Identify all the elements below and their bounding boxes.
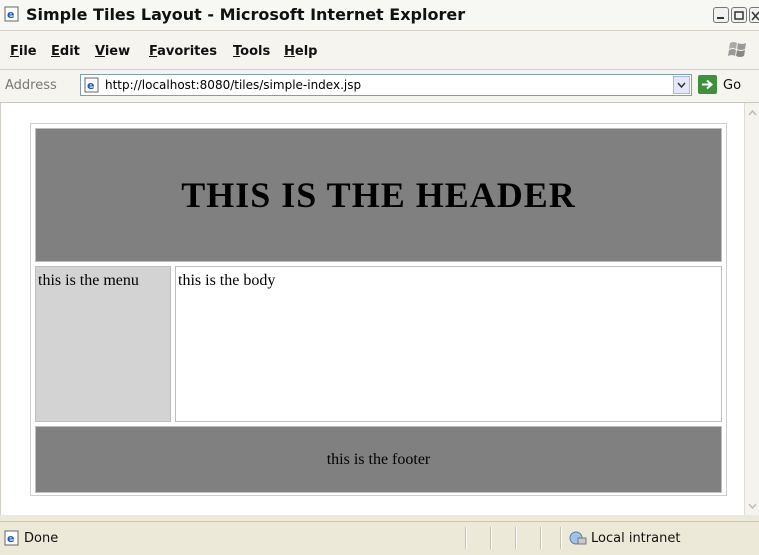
windows-logo-icon (728, 42, 746, 57)
menu-bar: File Edit View Favorites Tools Help (0, 31, 759, 70)
tiles-layout-table: THIS IS THE HEADER this is the menu this… (30, 123, 727, 496)
close-button[interactable] (749, 7, 759, 23)
chevron-down-icon (677, 82, 686, 88)
ie-page-icon: e (4, 530, 19, 546)
close-icon (751, 11, 759, 21)
ie-page-icon: e (4, 6, 19, 22)
status-divider (540, 527, 542, 549)
status-divider (465, 527, 467, 549)
scroll-down-button[interactable] (746, 498, 759, 513)
title-bar[interactable]: e Simple Tiles Layout - Microsoft Intern… (0, 0, 759, 31)
menu-help[interactable]: Help (284, 44, 317, 59)
svg-text:e: e (87, 79, 94, 92)
maximize-button[interactable] (731, 7, 747, 23)
status-bar: e Done Local intranet (0, 521, 759, 555)
maximize-icon (734, 11, 744, 20)
header-text: THIS IS THE HEADER (181, 175, 576, 215)
menu-text: this is the menu (38, 272, 139, 289)
scroll-up-button[interactable] (746, 105, 759, 120)
window-controls (713, 7, 759, 25)
menu-view[interactable]: View (95, 44, 130, 59)
menu-edit[interactable]: Edit (51, 44, 80, 59)
chevron-down-icon (748, 503, 757, 509)
chevron-up-icon (748, 109, 757, 115)
window-title: Simple Tiles Layout - Microsoft Internet… (26, 5, 466, 24)
page-footer: this is the footer (35, 426, 722, 493)
page-body: this is the body (175, 266, 722, 422)
status-divider (490, 527, 492, 549)
address-label: Address (5, 78, 57, 93)
address-dropdown-button[interactable] (673, 76, 690, 94)
body-text: this is the body (178, 272, 276, 289)
address-url: http://localhost:8080/tiles/simple-index… (105, 78, 362, 92)
menu-file[interactable]: File (10, 44, 37, 59)
svg-text:e: e (7, 532, 14, 545)
go-button[interactable] (698, 75, 717, 94)
menu-favorites[interactable]: Favorites (149, 44, 217, 59)
svg-text:e: e (7, 8, 14, 21)
page-header: THIS IS THE HEADER (35, 128, 722, 262)
minimize-button[interactable] (713, 7, 729, 23)
zone-text: Local intranet (591, 531, 681, 546)
status-divider (560, 527, 562, 549)
status-text: Done (24, 531, 59, 546)
address-input[interactable]: e http://localhost:8080/tiles/simple-ind… (80, 74, 692, 96)
address-bar: Address e http://localhost:8080/tiles/si… (0, 70, 759, 103)
footer-text: this is the footer (326, 450, 431, 468)
ie-page-icon: e (84, 77, 99, 93)
page-menu: this is the menu (35, 266, 171, 422)
arrow-right-icon (702, 79, 714, 90)
local-intranet-icon (569, 531, 587, 545)
vertical-scrollbar[interactable] (744, 103, 759, 515)
status-divider (515, 527, 517, 549)
menu-tools[interactable]: Tools (233, 44, 270, 59)
minimize-icon (717, 17, 724, 19)
page-viewport: THIS IS THE HEADER this is the menu this… (0, 103, 744, 515)
go-label[interactable]: Go (723, 78, 741, 93)
